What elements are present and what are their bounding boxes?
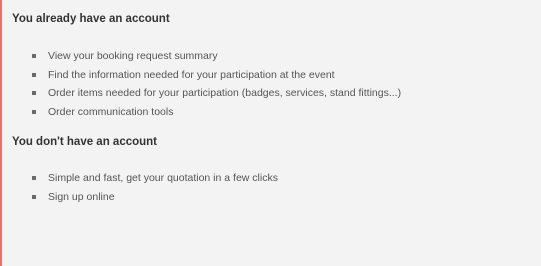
list-item: Order communication tools (32, 103, 527, 122)
new-account-title: You don't have an account (12, 136, 158, 148)
list-item: Find the information needed for your par… (32, 66, 527, 85)
list-item: Sign up online (32, 188, 527, 207)
existing-account-benefits-list: View your booking request summary Find t… (12, 47, 527, 121)
square-bullet-icon (32, 194, 36, 199)
list-item-text: View your booking request summary (48, 50, 218, 63)
new-account-benefits-list: Simple and fast, get your quotation in a… (12, 169, 527, 206)
existing-account-title: You already have an account (12, 13, 170, 25)
account-info-panel: You already have an account View your bo… (0, 0, 541, 266)
list-item: View your booking request summary (32, 47, 527, 66)
square-bullet-icon (32, 176, 36, 181)
list-item: Order items needed for your participatio… (32, 84, 527, 103)
square-bullet-icon (32, 72, 36, 77)
list-item-text: Order communication tools (48, 105, 174, 118)
square-bullet-icon (32, 54, 36, 59)
list-item-text: Simple and fast, get your quotation in a… (48, 172, 278, 185)
square-bullet-icon (32, 109, 36, 114)
square-bullet-icon (32, 91, 36, 96)
list-item-text: Sign up online (48, 190, 115, 203)
list-item-text: Find the information needed for your par… (48, 68, 335, 81)
list-item: Simple and fast, get your quotation in a… (32, 169, 527, 188)
list-item-text: Order items needed for your participatio… (48, 87, 402, 100)
